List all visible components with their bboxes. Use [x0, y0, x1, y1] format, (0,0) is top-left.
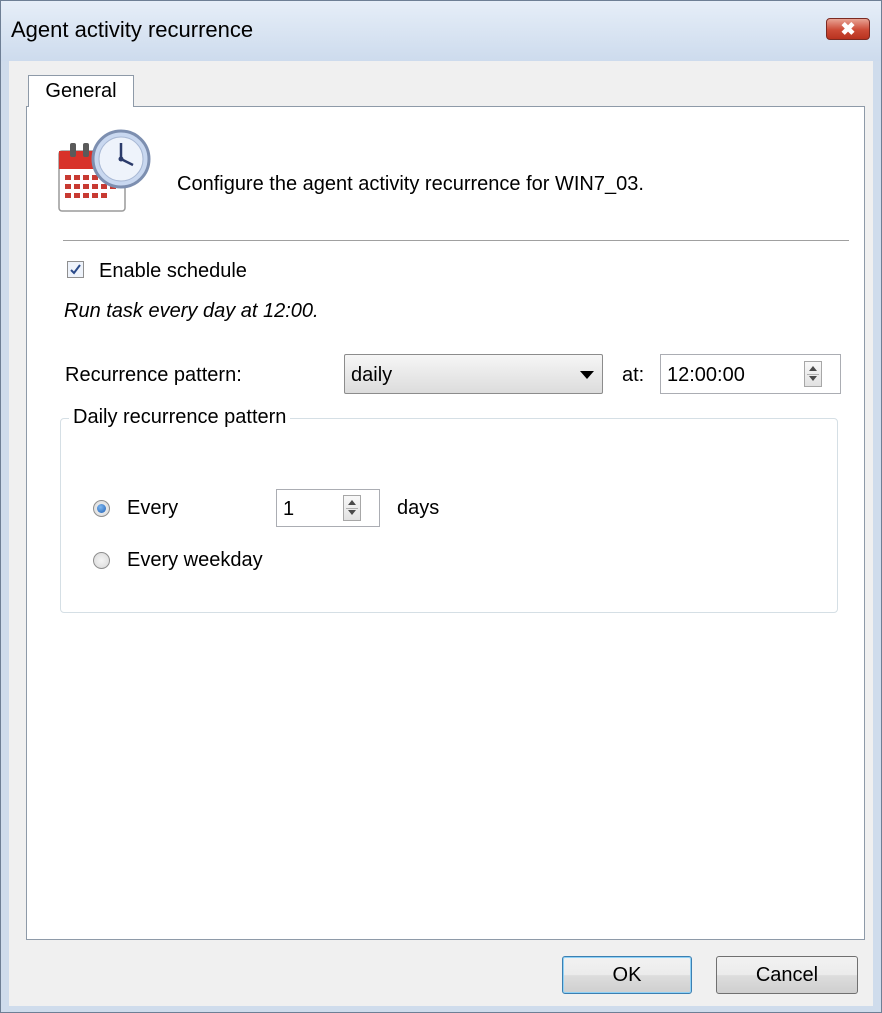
daily-recurrence-group: Daily recurrence pattern Every 1 days Ev… [60, 406, 838, 613]
time-spinner[interactable] [804, 361, 822, 387]
enable-schedule-label[interactable]: Enable schedule [99, 260, 247, 283]
spin-down-icon[interactable] [348, 510, 356, 515]
dialog-client-area: General Configure the agent activity rec… [9, 61, 873, 1006]
close-button[interactable]: ✖ [826, 18, 870, 40]
every-weekday-radio[interactable] [93, 552, 110, 569]
header-description: Configure the agent activity recurrence … [177, 173, 644, 195]
recurrence-pattern-label: Recurrence pattern: [65, 364, 242, 386]
title-bar[interactable]: Agent activity recurrence ✖ [1, 1, 881, 61]
spin-up-icon[interactable] [809, 366, 817, 371]
spin-divider [807, 374, 819, 375]
group-legend: Daily recurrence pattern [69, 406, 291, 429]
time-input[interactable]: 12:00:00 [660, 354, 841, 394]
recurrence-pattern-value: daily [351, 364, 393, 386]
header-separator [63, 240, 849, 241]
every-weekday-label[interactable]: Every weekday [127, 549, 263, 572]
cancel-button[interactable]: Cancel [716, 956, 858, 994]
days-value: 1 [283, 498, 295, 520]
schedule-summary: Run task every day at 12:00. [64, 300, 319, 322]
ok-button[interactable]: OK [562, 956, 692, 994]
enable-schedule-checkbox[interactable] [67, 261, 84, 278]
days-input[interactable]: 1 [276, 489, 380, 527]
every-label[interactable]: Every [127, 497, 178, 520]
checkmark-icon [70, 264, 81, 275]
days-label: days [397, 497, 440, 519]
days-spinner[interactable] [343, 495, 361, 521]
dialog-window: Agent activity recurrence ✖ General Conf… [0, 0, 882, 1013]
window-title: Agent activity recurrence [11, 17, 254, 42]
spin-up-icon[interactable] [348, 500, 356, 505]
spin-down-icon[interactable] [809, 376, 817, 381]
recurrence-pattern-dropdown[interactable]: daily [344, 354, 603, 394]
every-n-days-radio[interactable] [93, 500, 110, 517]
calendar-clock-icon [53, 123, 153, 215]
tab-panel-general: Configure the agent activity recurrence … [26, 106, 865, 940]
spin-divider [346, 508, 358, 509]
time-value: 12:00:00 [667, 364, 745, 386]
at-label: at: [622, 364, 645, 386]
chevron-down-icon [580, 371, 594, 379]
tab-general[interactable]: General [28, 75, 134, 107]
